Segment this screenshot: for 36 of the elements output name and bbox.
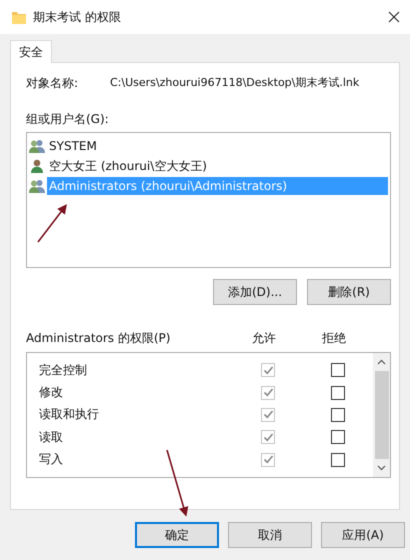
folder-icon	[12, 10, 26, 24]
permission-name: 读取	[39, 428, 64, 446]
user-icon	[29, 159, 45, 173]
user-item[interactable]: 空大女王 (zhourui\空大女王)	[47, 156, 209, 176]
annotation-arrow	[37, 204, 67, 242]
dialog-button[interactable]: 确定	[135, 522, 219, 548]
dialog-button[interactable]: 删除(R)	[307, 279, 391, 305]
object-name-label: 对象名称:	[26, 75, 80, 92]
object-path: C:\Users\zhourui967118\Desktop\期末考试.lnk	[110, 75, 360, 91]
scroll-up-icon[interactable]	[377, 359, 386, 365]
column-header: 拒绝	[321, 330, 347, 347]
tab[interactable]: 安全	[10, 40, 52, 63]
group-icon	[29, 139, 45, 153]
scroll-down-icon[interactable]	[377, 465, 386, 471]
permission-name: 修改	[39, 384, 64, 402]
deny-checkbox[interactable]	[331, 386, 345, 400]
deny-checkbox[interactable]	[331, 408, 345, 422]
scrollbar[interactable]	[373, 353, 390, 477]
permission-name: 完全控制	[39, 362, 88, 379]
deny-checkbox[interactable]	[331, 452, 345, 467]
users-label: 组或用户名(G):	[26, 111, 110, 128]
group-icon	[29, 179, 45, 193]
permission-name: 读取和执行	[39, 406, 100, 424]
user-item[interactable]: SYSTEM	[47, 137, 99, 155]
dialog-button[interactable]: 添加(D)...	[213, 279, 297, 305]
dialog-button[interactable]: 应用(A)	[321, 522, 405, 548]
annotation-arrow	[166, 450, 188, 517]
dialog-button[interactable]: 取消	[228, 522, 312, 548]
column-header: 允许	[251, 330, 277, 347]
close-icon[interactable]	[388, 11, 400, 23]
window-title: 期末考试 的权限	[33, 8, 122, 26]
deny-checkbox[interactable]	[331, 430, 345, 444]
deny-checkbox[interactable]	[331, 363, 345, 378]
scrollbar-thumb[interactable]	[374, 371, 388, 459]
permissions-label: Administrators 的权限(P)	[26, 330, 172, 347]
permission-name: 写入	[39, 451, 64, 468]
